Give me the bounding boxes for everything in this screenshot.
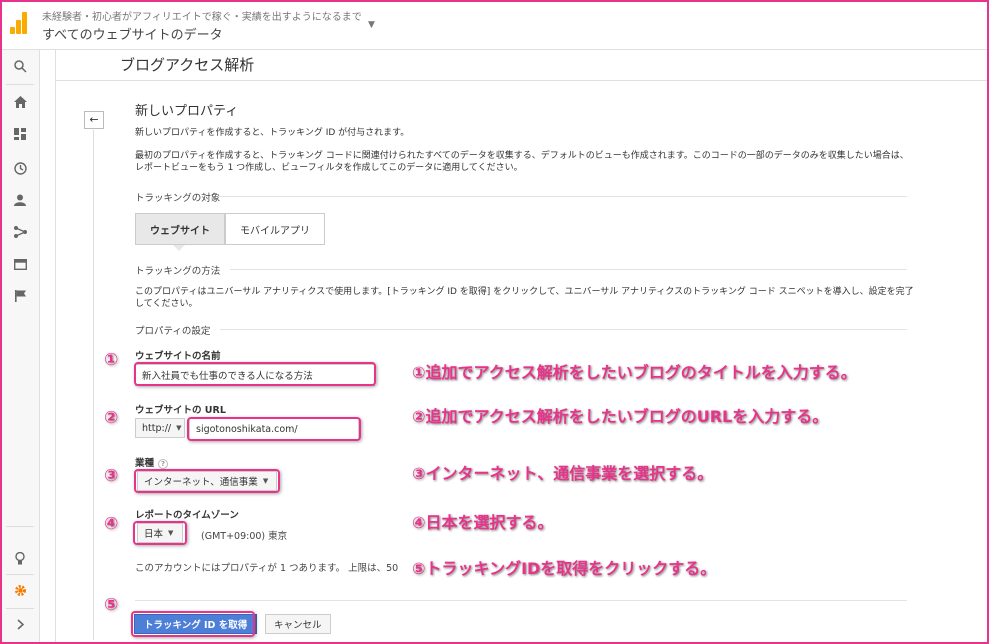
clock-icon[interactable] bbox=[0, 152, 40, 184]
flag-icon[interactable] bbox=[0, 280, 40, 312]
mobile-app-toggle[interactable]: モバイルアプリ bbox=[225, 213, 325, 245]
industry-label-text: 業種 bbox=[135, 458, 155, 469]
chevron-right-icon[interactable] bbox=[0, 608, 40, 640]
help-icon[interactable]: ? bbox=[158, 458, 169, 469]
caret-down-icon: ▼ bbox=[176, 424, 182, 432]
acquisition-icon[interactable] bbox=[0, 216, 40, 248]
timezone-value: (GMT+09:00) 東京 bbox=[201, 531, 288, 542]
dashboard-icon[interactable] bbox=[0, 118, 40, 150]
website-toggle[interactable]: ウェブサイト bbox=[135, 213, 225, 245]
analytics-logo-icon bbox=[10, 12, 28, 34]
property-selector[interactable]: すべてのウェブサイトのデータ bbox=[42, 24, 223, 43]
step-note-1: ①追加でアクセス解析をしたいブログのタイトルを入力する。 bbox=[412, 363, 857, 382]
gear-icon[interactable] bbox=[0, 574, 40, 606]
account-name: 未経験者・初心者がアフィリエイトで稼ぐ・実績を出すようになるまで bbox=[42, 12, 362, 23]
step-note-2: ②追加でアクセス解析をしたいブログのURLを入力する。 bbox=[412, 407, 829, 426]
page-title: ブログアクセス解析 bbox=[120, 56, 255, 74]
step-marker-5: ⑤ bbox=[104, 595, 119, 615]
cancel-button[interactable]: キャンセル bbox=[265, 614, 331, 634]
step-note-5: ⑤トラッキングIDを取得をクリックする。 bbox=[412, 559, 717, 578]
lightbulb-icon[interactable] bbox=[0, 542, 40, 574]
step-marker-2: ② bbox=[104, 408, 119, 428]
property-settings-label: プロパティの設定 bbox=[135, 326, 211, 337]
new-property-heading: 新しいプロパティ bbox=[135, 104, 239, 119]
property-limit-note: このアカウントにはプロパティが 1 つあります。 上限は、50 bbox=[135, 563, 399, 574]
description-text: 最初のプロパティを作成すると、トラッキング コードに関連付けられたすべてのデータ… bbox=[135, 151, 909, 173]
step-note-3: ③インターネット、通信事業を選択する。 bbox=[412, 464, 714, 483]
tracking-target-label: トラッキングの対象 bbox=[135, 193, 221, 204]
site-name-label: ウェブサイトの名前 bbox=[135, 351, 221, 362]
intro-text: 新しいプロパティを作成すると、トラッキング ID が付与されます。 bbox=[135, 128, 410, 138]
site-url-label: ウェブサイトの URL bbox=[135, 405, 226, 416]
top-header: 未経験者・初心者がアフィリエイトで稼ぐ・実績を出すようになるまで すべてのウェブ… bbox=[0, 0, 989, 50]
search-icon[interactable] bbox=[0, 50, 40, 82]
industry-label: 業種? bbox=[135, 455, 169, 469]
person-icon[interactable] bbox=[0, 184, 40, 216]
behavior-icon[interactable] bbox=[0, 248, 40, 280]
protocol-value: http:// bbox=[142, 422, 172, 434]
step-marker-4: ④ bbox=[104, 514, 119, 534]
tracking-method-text: このプロパティはユニバーサル アナリティクスで使用します。[トラッキング ID … bbox=[135, 287, 914, 309]
step-marker-1: ① bbox=[104, 350, 119, 370]
back-button[interactable]: ← bbox=[84, 111, 104, 129]
caret-down-icon[interactable]: ▼ bbox=[368, 20, 375, 30]
protocol-select[interactable]: http:// ▼ bbox=[135, 418, 185, 438]
left-navigation bbox=[0, 50, 40, 644]
step-marker-3: ③ bbox=[104, 466, 119, 486]
tracking-method-label: トラッキングの方法 bbox=[135, 266, 221, 277]
tracking-target-toggle: ウェブサイト モバイルアプリ bbox=[135, 213, 325, 245]
home-icon[interactable] bbox=[0, 86, 40, 118]
timezone-label: レポートのタイムゾーン bbox=[135, 510, 239, 521]
step-note-4: ④日本を選択する。 bbox=[412, 513, 554, 532]
